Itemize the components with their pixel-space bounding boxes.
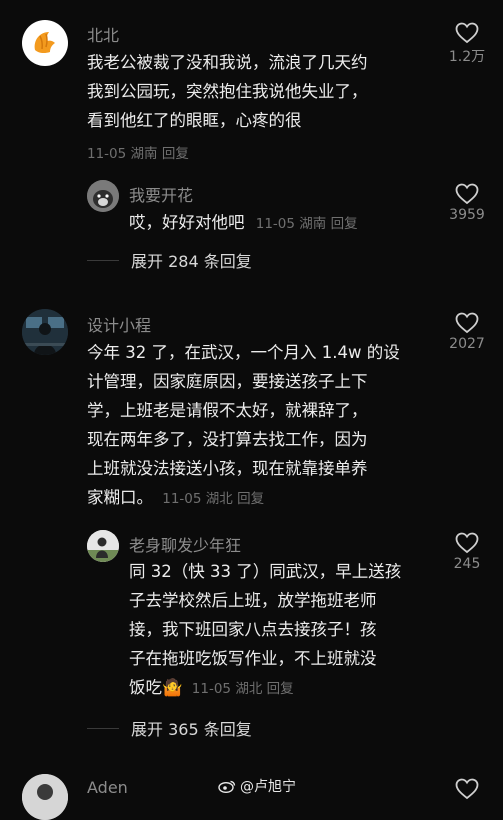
reply-line-with-meta: 饭吃🤷 11-05 湖北 回复 xyxy=(129,673,429,704)
reply-line: 子在拖班吃饭写作业，不上班就没 xyxy=(129,649,377,668)
avatar[interactable] xyxy=(22,774,68,820)
comment-line: 今年 32 了，在武汉，一个月入 1.4w 的设 xyxy=(87,343,400,362)
comment-line: 我到公园玩，突然抱住我说他失业了， xyxy=(87,82,368,101)
expand-replies-label: 展开 365 条回复 xyxy=(131,720,252,739)
reply-line: 接，我下班回家八点去接孩子！孩 xyxy=(129,620,377,639)
reply-date: 11-05 xyxy=(191,681,232,697)
avatar[interactable] xyxy=(87,180,119,212)
person-photo-avatar-icon xyxy=(87,530,119,562)
reply-meta: 11-05 湖北 回复 xyxy=(192,681,294,697)
comment-author[interactable]: Aden xyxy=(87,778,128,797)
like-button[interactable]: 1.2万 xyxy=(435,22,499,66)
reply-location: 湖北 xyxy=(235,681,263,697)
comment-line: 学，上班老是请假不太好，就裸辞了， xyxy=(87,401,368,420)
expand-replies-button[interactable]: 展开 284 条回复 xyxy=(87,248,252,272)
person-photo-avatar-icon xyxy=(22,774,68,820)
reply-meta: 11-05 湖南 回复 xyxy=(256,216,358,232)
avatar[interactable] xyxy=(22,309,68,355)
reply-button[interactable]: 回复 xyxy=(331,216,358,232)
reply-line: 哎，好好对他吧 xyxy=(129,213,245,232)
reply-button[interactable]: 回复 xyxy=(267,681,294,697)
comment-line: 我老公被裁了没和我说，流浪了几天约 xyxy=(87,53,368,72)
comment-line: 看到他红了的眼眶，心疼的很 xyxy=(87,111,302,130)
reply-text: 同 32（快 33 了）同武汉，早上送孩 子去学校然后上班，放学拖班老师 接，我… xyxy=(129,557,429,704)
divider xyxy=(87,259,119,261)
reply-date: 11-05 xyxy=(255,216,295,232)
comment-line: 家糊口。 xyxy=(87,488,153,507)
divider xyxy=(87,727,119,729)
comment-line: 现在两年多了，没打算去找工作，因为 xyxy=(87,430,368,449)
heart-outline-icon xyxy=(455,312,479,334)
comment-location: 湖南 xyxy=(130,146,158,162)
reply-location: 湖南 xyxy=(299,216,327,232)
comment-date: 11-05 xyxy=(162,491,202,507)
like-count: 2027 xyxy=(449,336,485,352)
expand-replies-button[interactable]: 展开 365 条回复 xyxy=(87,716,252,740)
like-button[interactable]: 3959 xyxy=(435,183,499,223)
comment-author[interactable]: 设计小程 xyxy=(87,312,151,336)
comment-location: 湖北 xyxy=(205,491,233,507)
shrug-emoji-icon: 🤷 xyxy=(162,678,183,697)
comment-text: 我老公被裁了没和我说，流浪了几天约 我到公园玩，突然抱住我说他失业了， 看到他红… xyxy=(87,48,417,135)
reply-text: 哎，好好对他吧 11-05 湖南 回复 xyxy=(129,208,358,239)
like-count: 245 xyxy=(453,556,481,572)
expand-replies-label: 展开 284 条回复 xyxy=(131,252,252,271)
reply-author[interactable]: 老身聊发少年狂 xyxy=(129,532,241,556)
comment-text: 今年 32 了，在武汉，一个月入 1.4w 的设 计管理，因家庭原因，要接送孩子… xyxy=(87,338,432,514)
watermark: @卢旭宁 xyxy=(218,776,296,796)
comment-meta: 11-05 湖北 回复 xyxy=(162,491,264,507)
reply-author[interactable]: 我要开花 xyxy=(129,182,193,206)
like-count: 1.2万 xyxy=(448,49,486,65)
reply-line: 子去学校然后上班，放学拖班老师 xyxy=(129,591,377,610)
heart-outline-icon xyxy=(455,183,479,205)
avatar[interactable] xyxy=(22,20,68,66)
heart-outline-icon xyxy=(455,532,479,554)
croissant-icon xyxy=(34,32,55,54)
avatar[interactable] xyxy=(87,530,119,562)
comment-meta: 11-05 湖南 回复 xyxy=(87,142,189,162)
heart-outline-icon xyxy=(455,22,479,44)
comment-line: 上班就没法接送小孩，现在就靠接单养 xyxy=(87,459,368,478)
reply-line: 饭吃 xyxy=(129,678,162,697)
comment-date: 11-05 xyxy=(87,146,127,162)
person-at-desk-avatar-icon xyxy=(22,309,68,355)
watermark-text: @卢旭宁 xyxy=(240,779,296,795)
reply-button[interactable]: 回复 xyxy=(162,146,189,162)
comment-line: 计管理，因家庭原因，要接送孩子上下 xyxy=(87,372,368,391)
like-button[interactable] xyxy=(435,778,499,800)
reply-button[interactable]: 回复 xyxy=(237,491,264,507)
dog-avatar-icon xyxy=(87,180,119,212)
comment-author[interactable]: 北北 xyxy=(87,22,119,46)
weibo-logo-icon xyxy=(218,780,236,793)
like-button[interactable]: 2027 xyxy=(435,312,499,352)
comment-line-with-meta: 家糊口。 11-05 湖北 回复 xyxy=(87,483,432,514)
reply-line: 同 32（快 33 了）同武汉，早上送孩 xyxy=(129,562,402,581)
like-count: 3959 xyxy=(449,207,485,223)
heart-outline-icon xyxy=(455,778,479,800)
like-button[interactable]: 245 xyxy=(435,532,499,572)
